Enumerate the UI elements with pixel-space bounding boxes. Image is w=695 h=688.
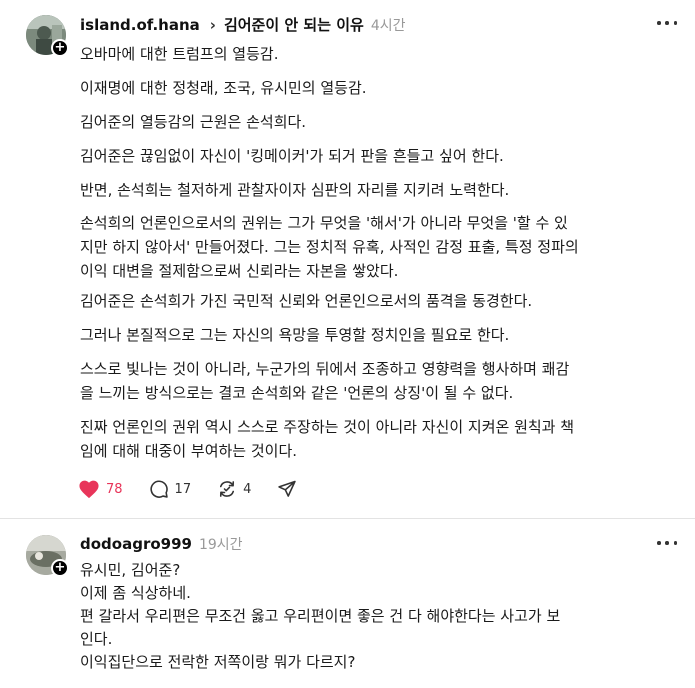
reply-text-line: 인다. [80, 630, 113, 648]
post-paragraph: 진짜 언론인의 권위 역시 스스로 주장하는 것이 아니라 자신이 지켜온 원칙… [80, 418, 575, 436]
like-count: 78 [106, 481, 123, 497]
follow-plus-icon[interactable]: + [51, 39, 69, 57]
post-actions: 78 17 4 [78, 479, 329, 499]
topic-link[interactable]: 김어준이 안 되는 이유 [224, 14, 364, 35]
post-paragraph: 김어준의 열등감의 근원은 손석희다. [80, 113, 307, 131]
reply-timestamp[interactable]: 19시간 [199, 534, 243, 554]
post-paragraph: 반면, 손석희는 철저하게 관찰자이자 심판의 자리를 지키려 노력한다. [80, 181, 510, 199]
reply-text-line: 이제 좀 식상하네. [80, 584, 191, 602]
more-options-icon[interactable] [657, 541, 677, 547]
repost-icon [220, 481, 235, 497]
post-paragraph: 그러나 본질적으로 그는 자신의 욕망을 투영할 정치인을 필요로 한다. [80, 326, 510, 344]
reply-header: dodoagro999 19시간 [80, 534, 243, 554]
post-paragraph: 오바마에 대한 트럼프의 열등감. [80, 45, 279, 63]
send-icon [278, 480, 297, 497]
post-paragraph: 김어준은 손석희가 가진 국민적 신뢰와 언론인으로서의 품격을 동경한다. [80, 292, 533, 310]
comment-button[interactable]: 17 [149, 479, 192, 499]
more-options-icon[interactable] [657, 21, 677, 27]
post-paragraph: 이재명에 대한 정청래, 조국, 유시민의 열등감. [80, 79, 367, 97]
username-link[interactable]: dodoagro999 [80, 535, 192, 553]
reply-text-line: 이익집단으로 전락한 저쪽이랑 뭐가 다르지? [80, 653, 356, 671]
divider [0, 518, 695, 519]
follow-plus-icon[interactable]: + [51, 559, 69, 577]
post-paragraph: 김어준은 끊임없이 자신이 '킹메이커'가 되거 판을 흔들고 싶어 한다. [80, 147, 504, 165]
post-paragraph: 지만 하지 않아서' 만들어졌다. 그는 정치적 유혹, 사적인 감정 표출, … [80, 238, 579, 256]
post-paragraph: 임에 대해 대중이 부여하는 것이다. [80, 442, 298, 460]
post-paragraph: 이익 대변을 절제함으로써 신뢰라는 자본을 쌓았다. [80, 262, 399, 280]
reply-text-line: 유시민, 김어준? [80, 561, 181, 579]
comment-icon [149, 480, 168, 498]
post-paragraph: 손석희의 언론인으로서의 권위는 그가 무엇을 '해서'가 아니라 무엇을 '할… [80, 214, 568, 232]
repost-count: 4 [243, 481, 252, 497]
post-header: island.of.hana › 김어준이 안 되는 이유 4시간 [80, 14, 406, 35]
post-paragraph: 을 느끼는 방식으로는 결코 손석희와 같은 '언론의 상징'이 될 수 없다. [80, 384, 514, 402]
comment-count: 17 [174, 481, 192, 497]
chevron-right-icon: › [209, 16, 216, 34]
share-button[interactable] [277, 479, 303, 499]
heart-icon [79, 480, 99, 499]
reply-text-line: 편 갈라서 우리편은 무조건 옳고 우리편이면 좋은 건 다 해야한다는 사고가… [80, 607, 561, 625]
post-paragraph: 스스로 빛나는 것이 아니라, 누군가의 뒤에서 조종하고 영향력을 행사하며 … [80, 360, 570, 378]
repost-button[interactable]: 4 [217, 479, 251, 499]
username-link[interactable]: island.of.hana [80, 16, 200, 34]
like-button[interactable]: 78 [78, 479, 123, 499]
post-timestamp[interactable]: 4시간 [371, 15, 406, 35]
